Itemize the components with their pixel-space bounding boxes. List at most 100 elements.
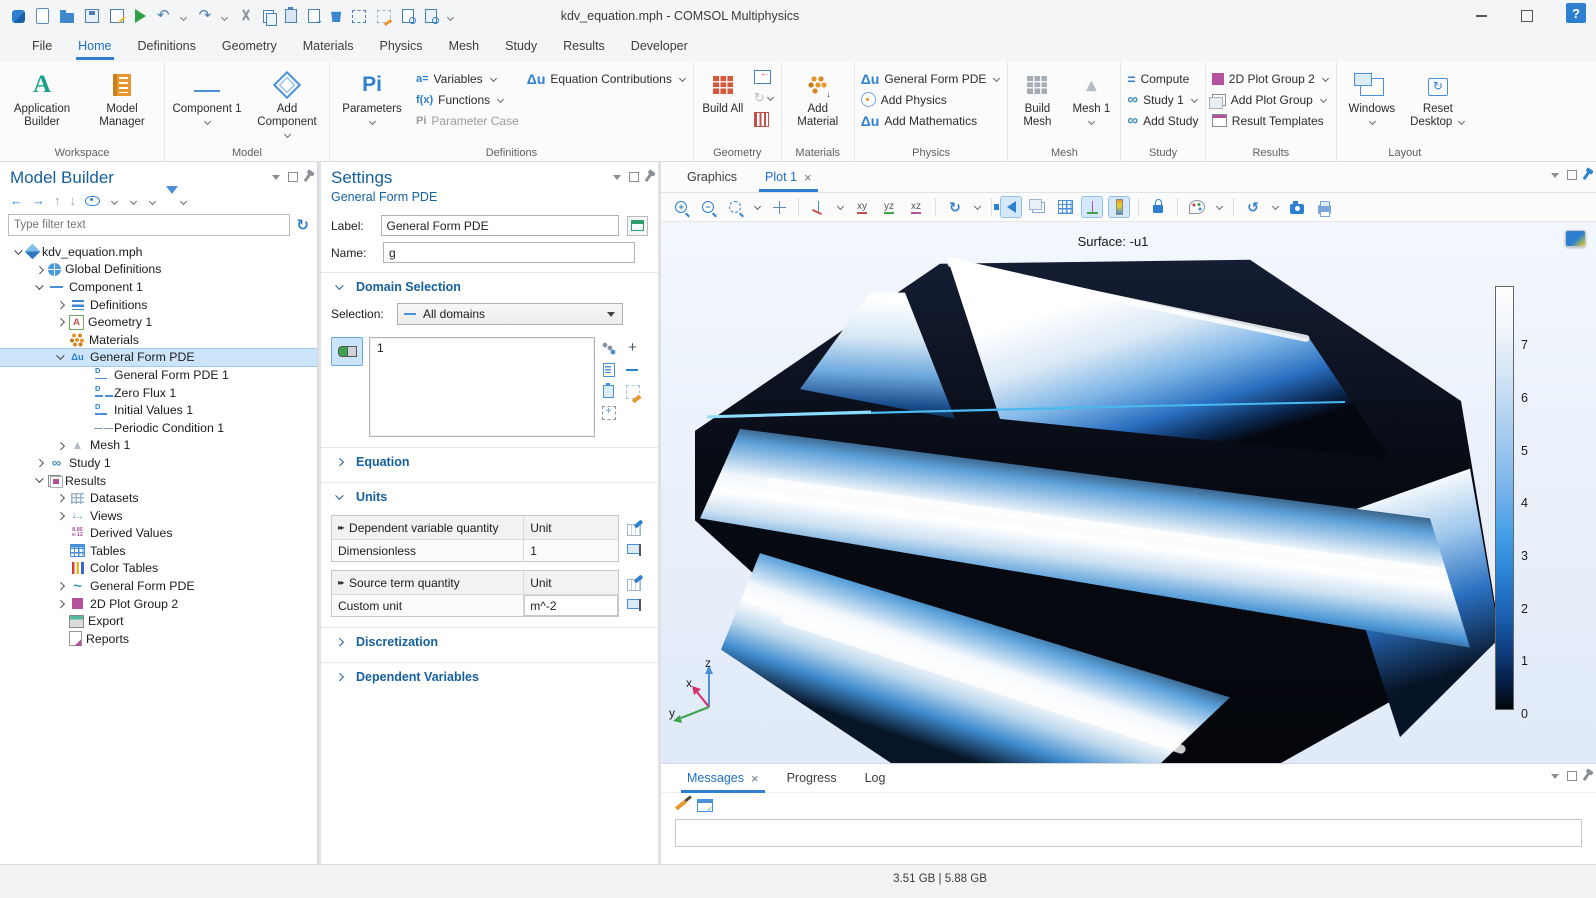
ribbon-tab[interactable]: Definitions <box>126 34 208 60</box>
tab-plot-1[interactable]: Plot 1 × <box>753 164 824 191</box>
plot-group-button[interactable]: 2D Plot Group 2 <box>1212 70 1330 87</box>
add-to-selection-icon[interactable]: + <box>625 341 640 355</box>
ribbon-tab[interactable]: Materials <box>291 34 366 60</box>
redo-dropdown-icon[interactable] <box>222 14 229 19</box>
add-physics-button[interactable]: Add Physics <box>861 91 1002 108</box>
add-material-button[interactable]: Add Material <box>788 68 848 129</box>
rotate-view-icon[interactable]: ↻ <box>945 197 965 217</box>
tree-chevron[interactable] <box>31 286 48 289</box>
build-all-button[interactable]: Build All <box>700 68 746 127</box>
ribbon-tab[interactable]: File <box>20 34 64 60</box>
lock-view-icon[interactable] <box>1148 197 1168 217</box>
import-geometry-icon[interactable] <box>754 70 771 84</box>
transparency-icon[interactable] <box>1028 197 1048 217</box>
tree-chevron[interactable] <box>52 302 69 308</box>
label-input[interactable] <box>381 215 620 236</box>
chevron-down-icon[interactable] <box>130 199 138 205</box>
undo-dropdown-icon[interactable] <box>181 14 188 19</box>
panel-menu-icon[interactable] <box>613 175 621 180</box>
panel-pin-icon[interactable] <box>1583 170 1591 179</box>
tree-item[interactable]: Materials <box>0 331 317 349</box>
move-down-icon[interactable]: ↓ <box>70 193 77 208</box>
tab-messages[interactable]: Messages × <box>675 765 771 792</box>
tab-graphics[interactable]: Graphics <box>675 164 749 190</box>
paste-selection-icon[interactable] <box>603 385 614 398</box>
select-unit-icon[interactable] <box>627 599 640 609</box>
model-manager-button[interactable]: Model Manager <box>86 68 158 129</box>
tab-progress[interactable]: Progress <box>775 765 849 791</box>
section-equation[interactable]: Equation <box>321 448 658 476</box>
refresh-icon[interactable]: ↻ <box>296 216 309 234</box>
nav-forward-icon[interactable]: → <box>32 193 45 208</box>
color-legend-icon[interactable] <box>1109 197 1129 217</box>
new-file-icon[interactable] <box>36 8 49 24</box>
save-icon[interactable] <box>85 9 99 23</box>
table-cell[interactable]: Custom unit <box>332 599 523 613</box>
print-icon[interactable] <box>1314 197 1334 217</box>
save-as-icon[interactable] <box>110 9 124 23</box>
panel-menu-icon[interactable] <box>1551 774 1559 779</box>
rename-button[interactable] <box>627 216 648 236</box>
paste-icon[interactable] <box>285 9 297 23</box>
tree-chevron[interactable] <box>31 460 48 466</box>
compute-button[interactable]: = Compute <box>1127 70 1198 87</box>
add-component-button[interactable]: Add Component <box>251 68 323 142</box>
forward-icon[interactable]: ▸▸ <box>338 523 343 532</box>
zoom-to-selection-icon[interactable] <box>602 406 616 420</box>
chevron-down-icon[interactable] <box>111 199 119 205</box>
ribbon-tab[interactable]: Mesh <box>437 34 492 60</box>
tree-item[interactable]: Study 1 <box>0 454 317 472</box>
image-settings-icon[interactable] <box>1187 197 1207 217</box>
show-icon[interactable] <box>85 196 100 206</box>
ribbon-tab[interactable]: Physics <box>367 34 434 60</box>
tree-item[interactable]: Reports <box>0 630 317 648</box>
domain-selection-list[interactable]: 1 <box>369 337 595 437</box>
tab-close-icon[interactable]: × <box>804 170 812 185</box>
find-icon[interactable] <box>402 9 414 23</box>
clear-selection-icon[interactable] <box>626 385 640 399</box>
ribbon-tab[interactable]: Study <box>493 34 549 60</box>
find-replace-icon[interactable] <box>425 9 437 23</box>
tree-chevron[interactable] <box>31 479 48 482</box>
undo-icon[interactable]: ↶ <box>157 8 170 24</box>
zoom-extents-icon[interactable] <box>769 197 789 217</box>
windows-button[interactable]: Windows <box>1343 68 1401 129</box>
table-cell[interactable]: Dimensionless <box>332 544 523 558</box>
ribbon-tab[interactable]: Results <box>551 34 617 60</box>
tree-chevron[interactable] <box>52 513 69 519</box>
edit-table-icon[interactable] <box>627 524 641 536</box>
panel-float-icon[interactable] <box>629 172 639 182</box>
tree-item[interactable]: Zero Flux 1 <box>0 384 317 402</box>
copy-icon[interactable] <box>263 10 274 23</box>
chevron-down-icon[interactable] <box>1272 204 1280 210</box>
name-input[interactable] <box>383 242 635 263</box>
chevron-down-icon[interactable] <box>974 204 982 210</box>
tree-chevron[interactable] <box>52 443 69 449</box>
active-toggle-button[interactable] <box>331 337 363 366</box>
scene-light-icon[interactable] <box>1001 197 1021 217</box>
tree-item[interactable]: Views <box>0 507 317 525</box>
panel-pin-icon[interactable] <box>645 172 653 181</box>
view-xy-icon[interactable]: xy <box>852 197 872 217</box>
variables-button[interactable]: a= Variables <box>416 70 519 87</box>
equation-contributions-button[interactable]: Δu Equation Contributions <box>527 70 687 87</box>
chevron-down-icon[interactable] <box>180 199 188 205</box>
tree-item[interactable]: Export <box>0 612 317 630</box>
delete-icon[interactable] <box>331 10 341 22</box>
tree-chevron[interactable] <box>52 319 69 325</box>
panel-menu-icon[interactable] <box>272 175 280 180</box>
zoom-box-icon[interactable] <box>725 197 745 217</box>
clear-messages-icon[interactable] <box>675 800 687 811</box>
view-xz-icon[interactable]: xz <box>906 197 926 217</box>
tree-item[interactable]: Datasets <box>0 489 317 507</box>
minimize-button[interactable] <box>1458 0 1504 32</box>
parameters-button[interactable]: Pi Parameters <box>336 68 408 129</box>
study-1-button[interactable]: ∞ Study 1 <box>1127 91 1198 108</box>
chevron-down-icon[interactable] <box>754 204 762 210</box>
show-grid-icon[interactable] <box>1055 197 1075 217</box>
build-mesh-button[interactable]: Build Mesh <box>1014 68 1060 129</box>
selection-dropdown[interactable]: All domains <box>397 303 623 325</box>
table-cell[interactable]: 1 <box>523 540 618 561</box>
select-box-icon[interactable] <box>352 10 366 23</box>
edit-table-icon[interactable] <box>627 579 641 591</box>
